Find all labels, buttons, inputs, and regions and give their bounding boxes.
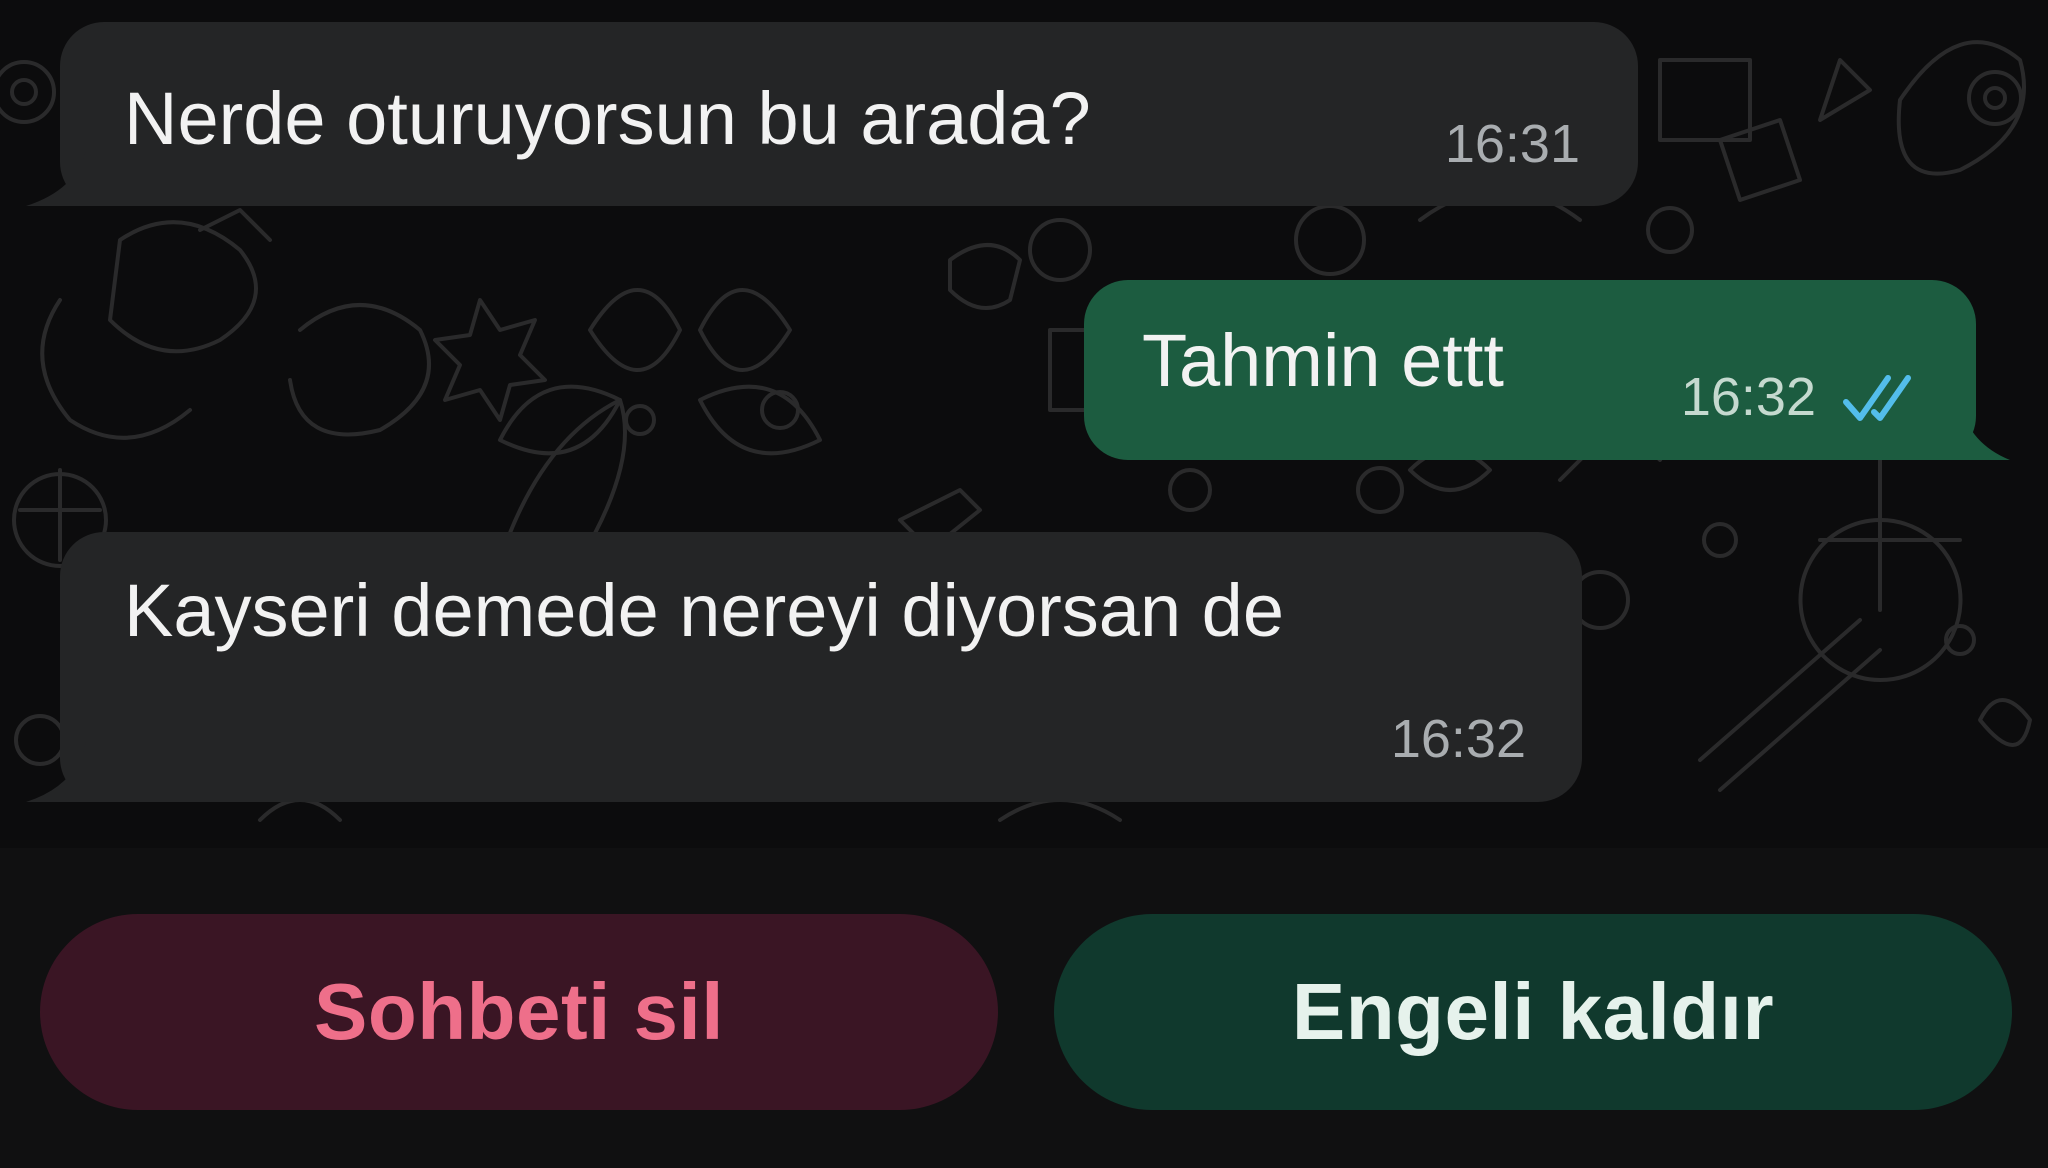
incoming-bubble-tail	[26, 150, 116, 206]
delete-chat-button[interactable]: Sohbeti sil	[40, 914, 998, 1110]
blocked-chat-action-bar: Sohbeti sil Engeli kaldır	[0, 848, 2048, 1168]
chat-message-area[interactable]: Nerde oturuyorsun bu arada? 16:31 Tahmin…	[0, 0, 2048, 848]
unblock-button[interactable]: Engeli kaldır	[1054, 914, 2012, 1110]
incoming-message-bubble[interactable]: Nerde oturuyorsun bu arada? 16:31	[60, 22, 1638, 206]
message-timestamp: 16:32	[1390, 709, 1526, 769]
message-timestamp: 16:32	[1680, 367, 1816, 427]
incoming-message-bubble[interactable]: Kayseri demede nereyi diyorsan de 16:32	[60, 532, 1582, 802]
outgoing-bubble-tail	[1930, 404, 2010, 460]
incoming-bubble-tail	[26, 742, 116, 802]
message-text: Kayseri demede nereyi diyorsan de	[124, 569, 1284, 652]
double-check-icon	[1843, 375, 1911, 421]
message-timestamp: 16:31	[1444, 114, 1580, 174]
message-text: Tahmin ettt	[1142, 319, 1504, 402]
chat-screen: Nerde oturuyorsun bu arada? 16:31 Tahmin…	[0, 0, 2048, 1168]
message-text: Nerde oturuyorsun bu arada?	[124, 77, 1091, 160]
outgoing-message-bubble[interactable]: Tahmin ettt 16:32	[1084, 280, 1976, 460]
